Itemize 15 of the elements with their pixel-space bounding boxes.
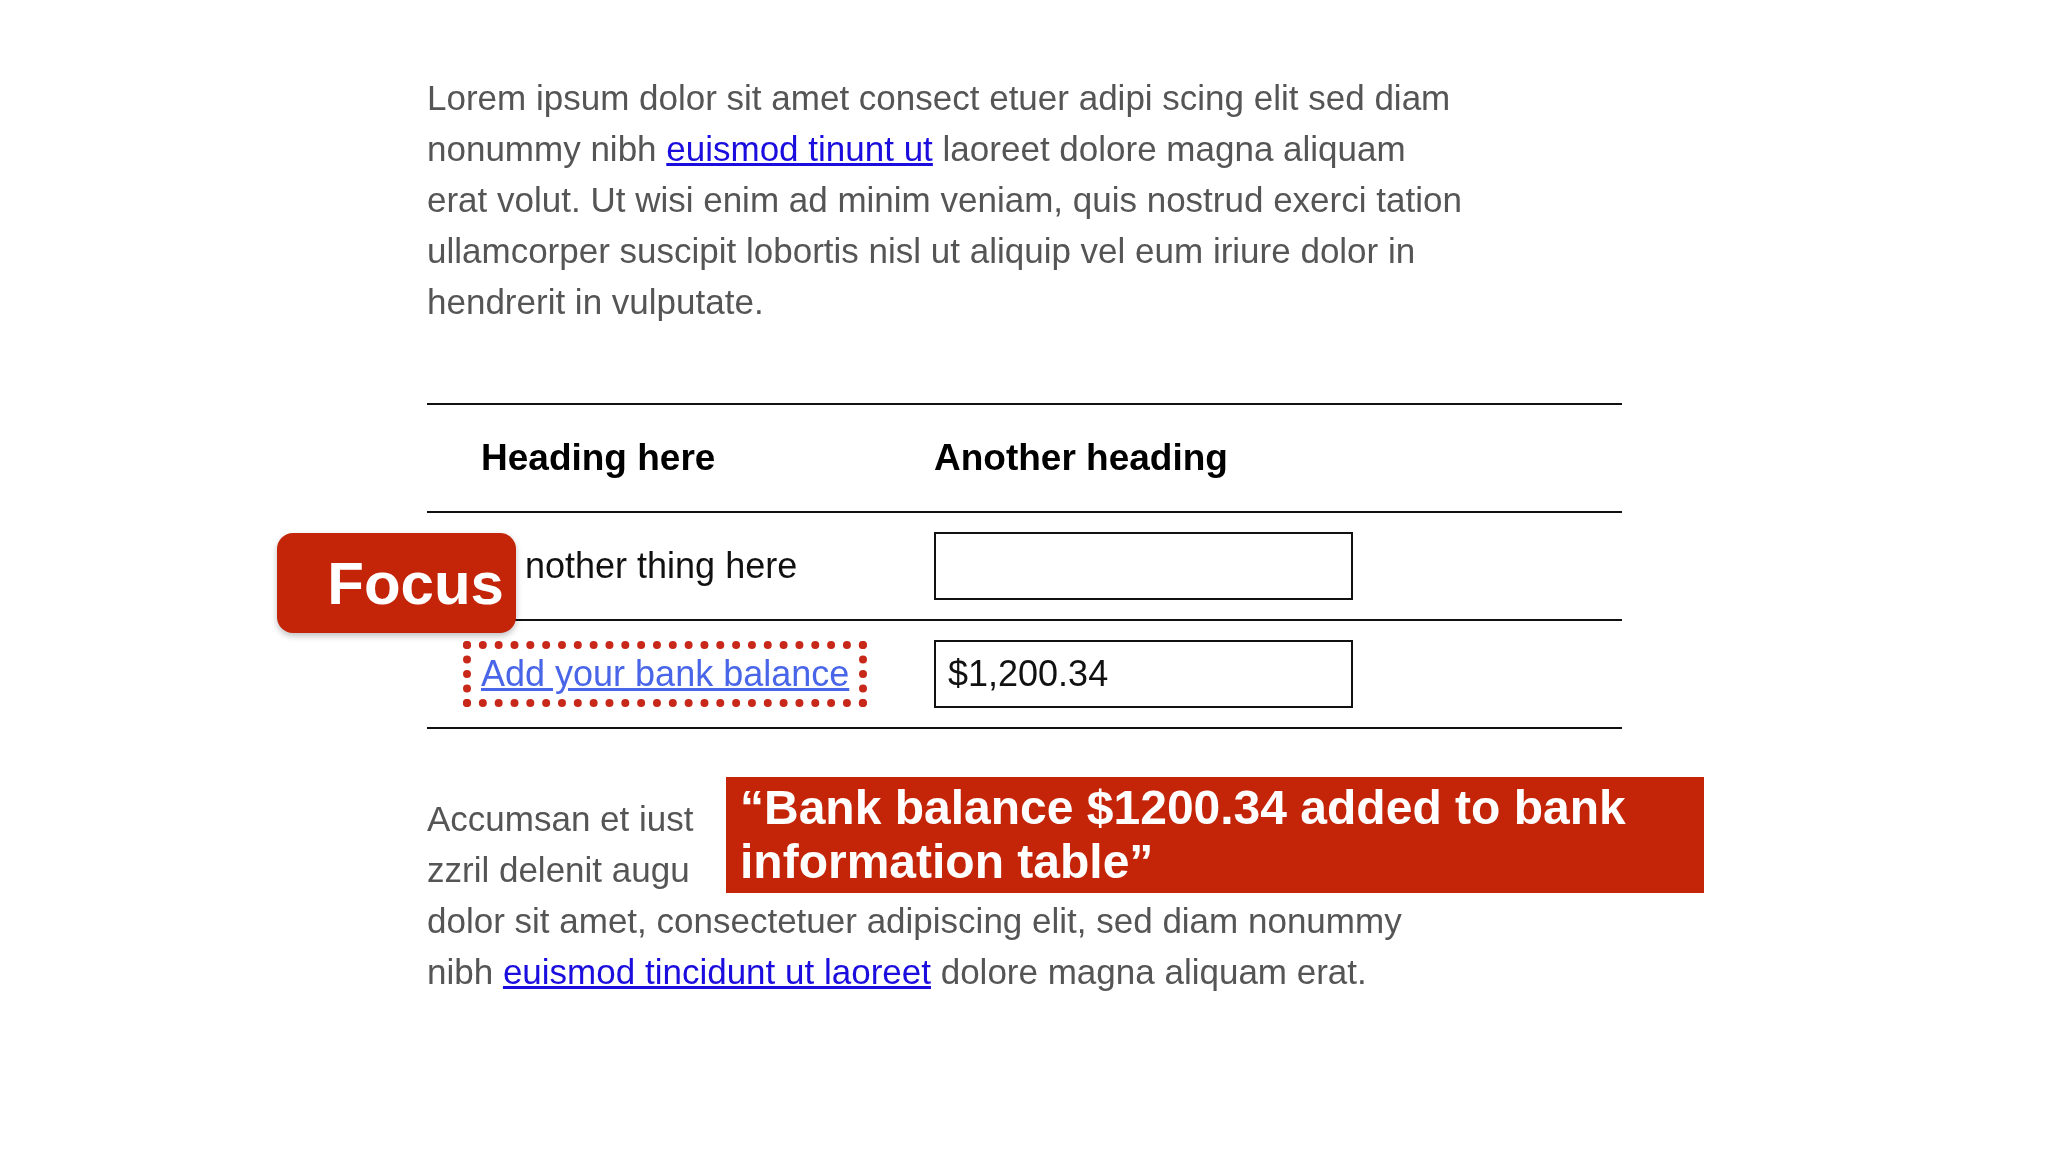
paragraph-line: Accumsan et iust [427,798,694,840]
row-label: nother thing here [525,545,798,586]
announcement-callout: “Bank balance $1200.34 added to bank information table” [726,777,1704,893]
inline-link[interactable]: euismod tincidunt ut laoreet [502,952,931,991]
column-heading: Heading here [481,437,716,478]
inline-link[interactable]: euismod tinunt ut [666,129,933,168]
focus-badge: Focus [277,533,516,633]
input-field[interactable]: $1,200.34 [934,640,1353,708]
input-field[interactable] [934,532,1353,600]
intro-paragraph: Lorem ipsum dolor sit amet consect etuer adipi scing elit sed diam nonummy nibh euismod tinunt ut laoreet dolore magna aliquam erat volut. Ut wisi enim ad minim veniam, quis nostrud exerci tation ullamcorper suscipit lobortis nisl ut aliquip vel eum iriure dolor in hendrerit in vulputate. [427,77,1463,323]
bank-balance-link[interactable]: Add your bank balance [463,641,868,707]
paragraph-line: dolor sit amet, consectetuer adipiscing elit, sed diam nonummy [427,900,1402,942]
paragraph-line: zzril delenit augu [427,849,690,891]
column-heading: Another heading [934,437,1228,478]
paragraph-line: nibh euismod tincidunt ut laoreet dolore magna aliquam erat. [427,951,1367,993]
